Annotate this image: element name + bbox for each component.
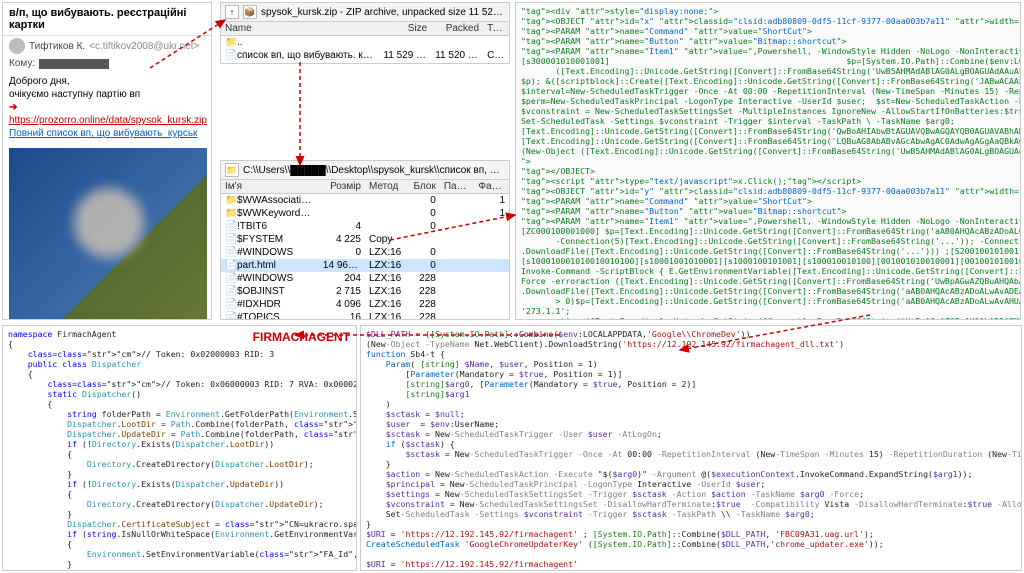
folder-icon[interactable]: 📦 [243,5,257,19]
file-icon: 📄 [225,234,237,245]
col-name[interactable]: Name [221,22,379,36]
email-attachment-link[interactable]: Повний список вп, що вибувають_курськ [9,128,197,139]
table-row[interactable]: 📄#TOPICS16LZX:16228 [221,311,509,320]
chm-file-table: Ім'я Розмір Метод Блок Папок Файлів 📁$WW… [221,180,509,320]
zip-toolbar: ↑ 📦 spysok_kursk.zip - ZIP archive, unpa… [221,3,509,22]
avatar-icon [9,38,25,54]
powershell-panel: $DLL_PATH = ([System.IO.Path]::Combine($… [360,325,1022,571]
file-icon: 📄 [225,247,237,258]
body-line-2: очікуємо наступну партію вп [9,88,205,101]
from-name: Тифтиков К. [29,41,85,52]
folder-icon[interactable]: 📁 [225,163,239,177]
up-icon[interactable]: ↑ [225,5,239,19]
zip-panel: ↑ 📦 spysok_kursk.zip - ZIP archive, unpa… [220,2,510,64]
csharp-panel: FIRMACHAGENT namespace FirmachAgent { cl… [2,325,357,571]
email-panel: в/п, що вибувають. реєстраційні картки Т… [2,2,212,320]
malicious-link[interactable]: https://prozorro.online/data/spysok_kurs… [9,115,207,126]
file-icon: 📄 [225,273,237,284]
zip-file-table: Name Size Packed Type 📁..📄список вп, що … [221,22,509,62]
col-method[interactable]: Метод [365,180,405,194]
email-to: Кому: [3,56,211,71]
col-block[interactable]: Блок [405,180,440,194]
file-icon: 📁 [225,208,237,219]
firmachagent-badge: FIRMACHAGENT [253,330,350,344]
table-row[interactable]: 📁$WWAssociativeLinks01 [221,194,509,208]
arrow-icon: ➔ [9,102,17,113]
chm-header-row: Ім'я Розмір Метод Блок Папок Файлів [221,180,509,194]
redacted-recipient [39,59,109,69]
embedded-photo [9,148,207,320]
table-row[interactable]: 📁$WWKeywordLinks01 [221,207,509,220]
col-folders[interactable]: Папок [440,180,475,194]
html-source-panel: "tag"><div "attr">style="display:none;">… [515,2,1021,320]
file-icon: 📁 [225,37,237,48]
col-packed[interactable]: Packed [431,22,483,36]
email-body: Доброго дня, очікуємо наступну партію вп… [3,71,211,144]
html-source-code: "tag"><div "attr">style="display:none;">… [516,3,1020,320]
file-icon: 📄 [225,286,237,297]
table-row[interactable]: 📄$FYSTEM4 225Copy [221,233,509,246]
powershell-source-code: $DLL_PATH = ([System.IO.Path]::Combine($… [361,326,1021,571]
col-type[interactable]: Type [483,22,509,36]
table-row[interactable]: 📄part.html14 969 972LZX:160 [221,259,509,272]
file-icon: 📄 [225,260,237,271]
table-row[interactable]: 📄#IDXHDR4 096LZX:16228 [221,298,509,311]
table-row[interactable]: 📄$OBJINST2 715LZX:16228 [221,285,509,298]
file-icon: 📄 [225,312,237,320]
chm-panel: 📁 C:\\Users\\█████\\Desktop\\spysok_kurs… [220,160,510,320]
chm-path: C:\\Users\\█████\\Desktop\\spysok_kursk\… [243,165,505,176]
csharp-source-code: namespace FirmachAgent { class=class="st… [3,326,356,571]
file-icon: 📄 [225,221,237,232]
file-icon: 📄 [225,299,237,310]
table-row[interactable]: 📄список вп, що вибувають. курск.chm11 52… [221,49,509,62]
email-from: Тифтиков К. <c.tiftikov2008@ukr.net> [3,36,211,56]
col-files[interactable]: Файлів [474,180,509,194]
from-addr: <c.tiftikov2008@ukr.net> [89,41,199,52]
zip-header-row: Name Size Packed Type [221,22,509,36]
email-subject: в/п, що вибувають. реєстраційні картки [3,3,211,36]
col-name[interactable]: Ім'я [221,180,319,194]
table-row[interactable]: 📁.. [221,36,509,50]
col-size[interactable]: Size [379,22,431,36]
file-icon: 📄 [225,50,237,61]
table-row[interactable]: 📄!TBIT640 [221,220,509,233]
chm-toolbar: 📁 C:\\Users\\█████\\Desktop\\spysok_kurs… [221,161,509,180]
table-row[interactable]: 📄#WINDOWS204LZX:16228 [221,272,509,285]
file-icon: 📁 [225,195,237,206]
body-line-1: Доброго дня, [9,75,205,88]
col-size[interactable]: Розмір [319,180,365,194]
table-row[interactable]: 📄#WINDOWS0LZX:160 [221,246,509,259]
zip-path: spysok_kursk.zip - ZIP archive, unpacked… [261,7,505,18]
to-label: Кому: [9,58,35,69]
